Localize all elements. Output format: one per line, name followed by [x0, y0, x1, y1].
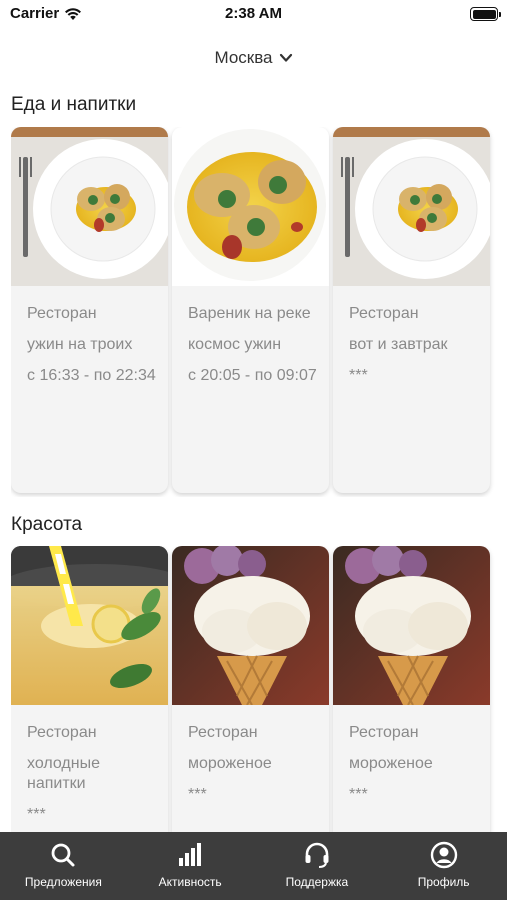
section-title-beauty: Красота — [11, 514, 83, 535]
card-category: Вареник на реке — [188, 305, 311, 322]
tab-activity[interactable]: Активность — [127, 832, 254, 900]
tab-label: Предложения — [24, 875, 102, 889]
card-title: холодные напитки — [27, 755, 100, 792]
tab-label: Профиль — [417, 875, 470, 889]
profile-icon — [430, 841, 457, 869]
offer-card[interactable]: Ресторан холодные напитки *** — [11, 546, 168, 836]
chevron-down-icon — [279, 53, 292, 62]
card-image — [333, 127, 490, 286]
card-time: с 16:33 - по 22:34 — [27, 367, 156, 384]
card-title: ужин на троих — [27, 336, 133, 353]
offer-card[interactable]: Ресторан вот и завтрак *** — [333, 127, 490, 493]
tab-support[interactable]: Поддержка — [254, 832, 381, 900]
card-image — [172, 546, 329, 705]
card-category: Ресторан — [27, 724, 97, 741]
card-title: космос ужин — [188, 336, 282, 353]
card-time: с 20:05 - по 09:07 — [188, 367, 317, 384]
card-title: мороженое — [349, 755, 433, 772]
city-selector[interactable]: Москва — [0, 48, 507, 68]
tab-label: Поддержка — [285, 875, 349, 889]
section-title-food: Еда и напитки — [11, 94, 137, 115]
card-time: *** — [349, 786, 368, 803]
card-row-beauty[interactable]: Ресторан холодные напитки *** Ресторан м… — [11, 546, 507, 836]
tab-offers[interactable]: Предложения — [0, 832, 127, 900]
bar-chart-icon — [179, 843, 202, 866]
card-row-food[interactable]: Ресторан ужин на троих с 16:33 - по 22:3… — [11, 127, 507, 497]
card-image — [11, 127, 168, 286]
card-category: Ресторан — [188, 724, 258, 741]
headset-icon — [305, 842, 329, 868]
card-title: вот и завтрак — [349, 336, 448, 353]
offer-card[interactable]: Ресторан ужин на троих с 16:33 - по 22:3… — [11, 127, 168, 493]
search-icon — [51, 843, 75, 867]
tab-label: Активность — [158, 875, 222, 889]
card-category: Ресторан — [349, 305, 419, 322]
card-category: Ресторан — [27, 305, 97, 322]
card-category: Ресторан — [349, 724, 419, 741]
card-title: мороженое — [188, 755, 272, 772]
card-time: *** — [349, 367, 368, 384]
status-bar: Carrier 2:38 AM — [0, 0, 507, 30]
offer-card[interactable]: Ресторан мороженое *** — [333, 546, 490, 836]
card-image — [11, 546, 168, 705]
card-time: *** — [188, 786, 207, 803]
battery-icon — [470, 7, 501, 21]
card-image — [333, 546, 490, 705]
tab-profile[interactable]: Профиль — [380, 832, 507, 900]
offer-card[interactable]: Вареник на реке космос ужин с 20:05 - по… — [172, 127, 329, 493]
city-label: Москва — [214, 48, 273, 67]
tab-bar: Предложения Активность Поддержка Профиль — [0, 832, 507, 900]
clock: 2:38 AM — [225, 5, 282, 22]
offer-card[interactable]: Ресторан мороженое *** — [172, 546, 329, 836]
card-image — [172, 127, 329, 286]
card-time: *** — [27, 806, 46, 823]
